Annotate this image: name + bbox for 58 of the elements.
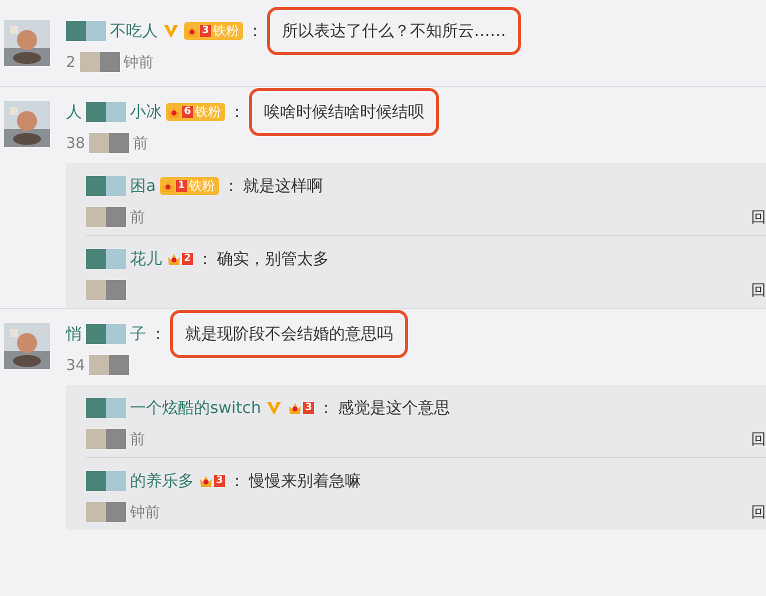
timestamp: 2: [66, 52, 76, 72]
user-name[interactable]: 人: [66, 101, 82, 123]
comment-text: 唉啥时候结啥时候结呗: [264, 101, 424, 123]
reply-link[interactable]: 回: [751, 207, 766, 227]
user-name[interactable]: 悄: [66, 323, 82, 345]
mosaic-drawing: [86, 102, 126, 122]
comment-text: 就是这样啊: [242, 175, 323, 197]
timestamp: 钟前: [124, 52, 154, 72]
fan-label: 铁粉: [194, 106, 221, 118]
mosaic-drawing: [86, 207, 126, 227]
comment-text: 就是现阶段不会结婚的意思吗: [185, 323, 393, 345]
fan-level: 6: [182, 106, 193, 118]
colon: ：: [228, 470, 245, 492]
timestamp: 38: [66, 133, 86, 153]
mosaic-drawing: [80, 52, 120, 72]
mosaic-drawing: [86, 502, 126, 522]
timestamp: 前: [130, 429, 145, 449]
user-name[interactable]: 花儿: [130, 248, 162, 270]
mosaic-drawing: [86, 176, 126, 196]
reply-link[interactable]: 回: [751, 502, 766, 522]
fan-level: 3: [303, 402, 314, 414]
comment-text: 感觉是这个意思: [338, 397, 450, 419]
timestamp: 前: [130, 207, 145, 227]
user-name[interactable]: 一个炫酷的switch: [130, 397, 262, 419]
reply-link[interactable]: 回: [751, 429, 766, 449]
colon: ：: [150, 323, 166, 345]
comment-text: 慢慢来别着急嘛: [248, 470, 361, 492]
fan-level: 2: [182, 253, 193, 265]
mosaic-drawing: [86, 398, 126, 418]
mosaic-drawing: [86, 324, 126, 344]
user-name[interactable]: 的养乐多: [130, 470, 194, 492]
fan-level: 3: [200, 25, 211, 37]
user-name[interactable]: 子: [130, 323, 146, 345]
fan-level: 1: [176, 180, 187, 192]
timestamp: 钟前: [130, 502, 160, 522]
colon: ：: [222, 175, 239, 197]
mosaic-drawing: [89, 133, 130, 153]
mosaic-drawing: [86, 249, 126, 269]
colon: ：: [196, 248, 213, 270]
mosaic-drawing: [66, 21, 106, 41]
user-name[interactable]: 困a: [130, 175, 156, 197]
user-name[interactable]: 不吃人: [110, 20, 158, 42]
fan-label: 铁粉: [212, 24, 239, 38]
mosaic-drawing: [89, 355, 130, 375]
colon: ：: [228, 101, 245, 123]
mosaic-drawing: [86, 280, 126, 300]
mosaic-drawing: [86, 471, 126, 491]
comment-text: 确实，别管太多: [216, 248, 329, 270]
colon: ：: [246, 20, 263, 42]
fan-level: 3: [214, 475, 225, 487]
colon: ：: [318, 397, 334, 419]
mosaic-drawing: [86, 429, 126, 449]
timestamp: 34: [66, 355, 86, 375]
timestamp: 前: [133, 133, 148, 153]
user-name[interactable]: 小冰: [130, 101, 162, 123]
fan-label: 铁粉: [188, 180, 215, 192]
reply-link[interactable]: 回: [751, 280, 766, 300]
comment-text: 所以表达了什么？不知所云……: [282, 20, 506, 42]
